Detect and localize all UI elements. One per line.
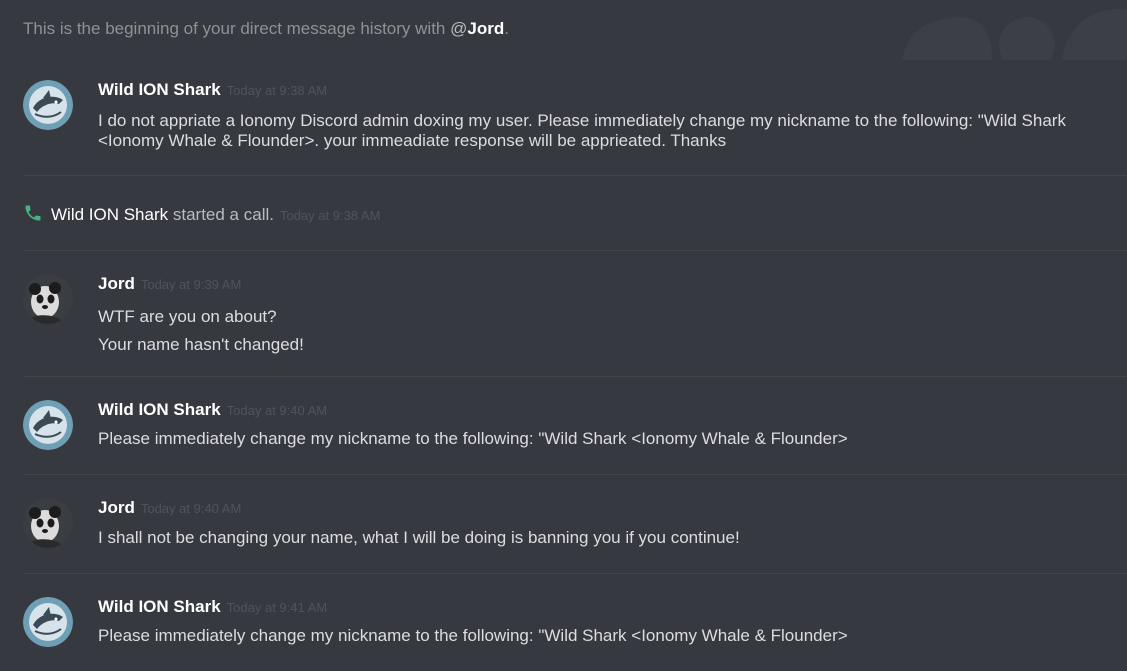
username[interactable]: Wild ION Shark	[98, 597, 221, 616]
timestamp: Today at 9:41 AM	[226, 600, 328, 615]
message-text: I shall not be changing your name, what …	[98, 528, 740, 547]
timestamp: Today at 9:40 AM	[140, 501, 242, 516]
message-content: I do not appriate a Ionomy Discord admin…	[98, 111, 1117, 151]
message-text: Your name hasn't changed!	[98, 335, 304, 354]
call-notice: Wild ION Shark started a call. Today at 9…	[23, 203, 380, 225]
message-group: Wild ION Shark Today at 9:41 AM Please im…	[23, 597, 1117, 657]
call-username[interactable]: Wild ION Shark	[51, 205, 168, 224]
message-text: I do not appriate a Ionomy Discord admin…	[98, 111, 1066, 150]
username[interactable]: Wild ION Shark	[98, 80, 221, 99]
phone-icon	[25, 205, 41, 221]
message-group: Jord Today at 9:39 AM WTF are you on abou…	[23, 274, 1117, 354]
message-header: Jord Today at 9:40 AM	[98, 498, 241, 518]
timestamp: Today at 9:40 AM	[226, 403, 328, 418]
panda-avatar-icon[interactable]	[23, 274, 73, 324]
message-text: Please immediately change my nickname to…	[98, 429, 848, 448]
username[interactable]: Jord	[98, 274, 135, 293]
intro-text: This is the beginning of your direct mes…	[23, 19, 451, 38]
message-text: Please immediately change my nickname to…	[98, 626, 848, 645]
dm-history-intro: This is the beginning of your direct mes…	[23, 19, 509, 38]
timestamp: Today at 9:39 AM	[140, 277, 242, 292]
mention-username: Jord	[467, 19, 505, 38]
message-content: Please immediately change my nickname to…	[98, 429, 1117, 449]
message-group: Wild ION Shark Today at 9:40 AM Please im…	[23, 400, 1117, 460]
shark-avatar-icon[interactable]	[23, 597, 73, 647]
shark-avatar-icon[interactable]	[23, 400, 73, 450]
username[interactable]: Wild ION Shark	[98, 400, 221, 419]
message-header: Wild ION Shark Today at 9:38 AM	[98, 80, 327, 100]
message-header: Jord Today at 9:39 AM	[98, 274, 241, 294]
timestamp: Today at 9:38 AM	[226, 83, 328, 98]
timestamp: Today at 9:38 AM	[279, 208, 381, 223]
call-action-text: started a call.	[168, 205, 274, 224]
username[interactable]: Jord	[98, 498, 135, 517]
message-text: WTF are you on about?	[98, 307, 277, 326]
message-content: WTF are you on about? Your name hasn't c…	[98, 303, 1117, 359]
panda-avatar-icon[interactable]	[23, 498, 73, 548]
divider	[23, 250, 1127, 251]
message-group: Jord Today at 9:40 AM I shall not be chan…	[23, 498, 1117, 558]
divider	[23, 573, 1127, 574]
user-mention[interactable]: @Jord	[450, 19, 504, 38]
message-header: Wild ION Shark Today at 9:41 AM	[98, 597, 327, 617]
divider	[23, 175, 1127, 176]
message-header: Wild ION Shark Today at 9:40 AM	[98, 400, 327, 420]
message-group: Wild ION Shark Today at 9:38 AM I do not …	[23, 80, 1117, 160]
discord-watermark-icon	[902, 9, 1127, 60]
message-content: I shall not be changing your name, what …	[98, 528, 1117, 548]
shark-avatar-icon[interactable]	[23, 80, 73, 130]
message-content: Please immediately change my nickname to…	[98, 626, 1117, 646]
divider	[23, 474, 1127, 475]
divider	[23, 376, 1127, 377]
